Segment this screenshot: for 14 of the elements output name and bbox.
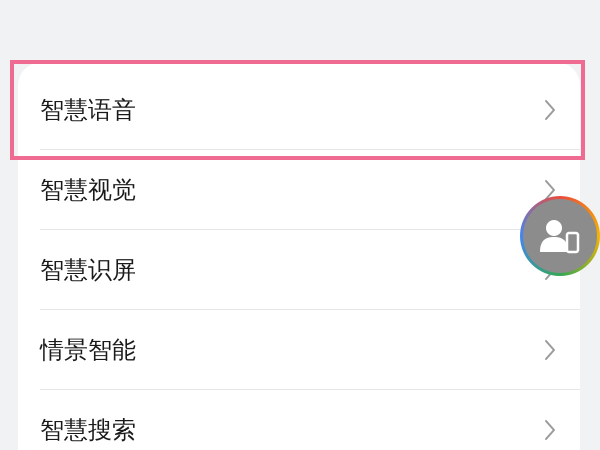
settings-row[interactable]: 情景智能 [18,310,580,389]
row-label: 智慧搜索 [40,414,136,446]
chevron-right-icon [544,418,556,440]
row-label: 智慧语音 [40,94,136,126]
settings-row[interactable]: 智慧搜索 [18,390,580,450]
chevron-right-icon [544,98,556,120]
chevron-right-icon [544,338,556,360]
row-label: 智慧视觉 [40,174,136,206]
row-label: 情景智能 [40,334,136,366]
settings-row[interactable]: 智慧语音 [18,70,580,149]
settings-row[interactable]: 智慧视觉 [18,150,580,229]
row-label: 智慧识屏 [40,254,136,286]
person-phone-icon [540,218,580,254]
chevron-right-icon [544,178,556,200]
